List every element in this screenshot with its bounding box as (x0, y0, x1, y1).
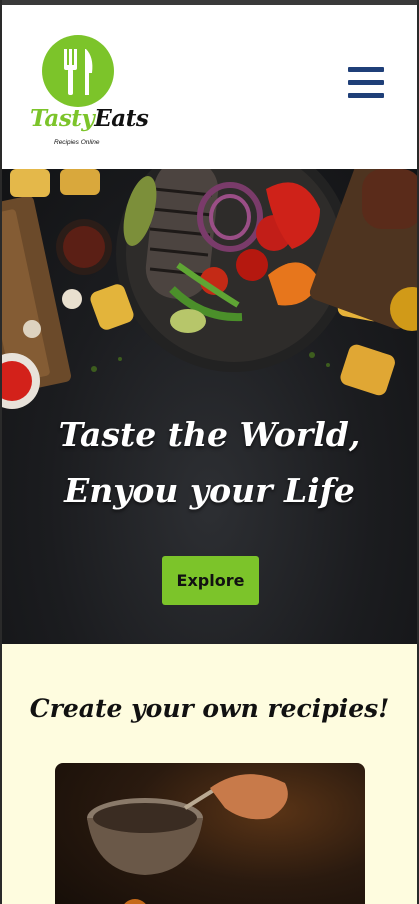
section-title: Create your own recipies! (29, 694, 390, 723)
cooking-pan-image (87, 774, 288, 904)
hero-banner: Taste the World, Enyou your Life Explore (2, 169, 417, 644)
logo-word-tasty: Tasty (30, 105, 95, 132)
logo-circle (42, 35, 114, 107)
site-header: TastyEats Recipies Online (2, 5, 417, 169)
logo-wordmark: TastyEats (30, 105, 149, 132)
cutlery-icon (64, 49, 93, 95)
menu-bar (348, 80, 384, 85)
tastyeats-logo[interactable]: TastyEats Recipies Online (30, 33, 149, 153)
menu-bar (348, 93, 384, 98)
create-recipes-section: Create your own recipies! (2, 644, 417, 904)
explore-button[interactable]: Explore (162, 556, 259, 605)
logo-tagline: Recipies Online (54, 139, 100, 146)
hero-title: Taste the World, Enyou your Life (58, 415, 361, 510)
menu-bar (348, 67, 384, 72)
hamburger-menu-icon[interactable] (348, 67, 384, 99)
recipe-card-image[interactable] (55, 763, 365, 904)
page: TastyEats Recipies Online Taste the Worl… (2, 0, 417, 904)
logo-word-eats: Eats (94, 105, 149, 132)
